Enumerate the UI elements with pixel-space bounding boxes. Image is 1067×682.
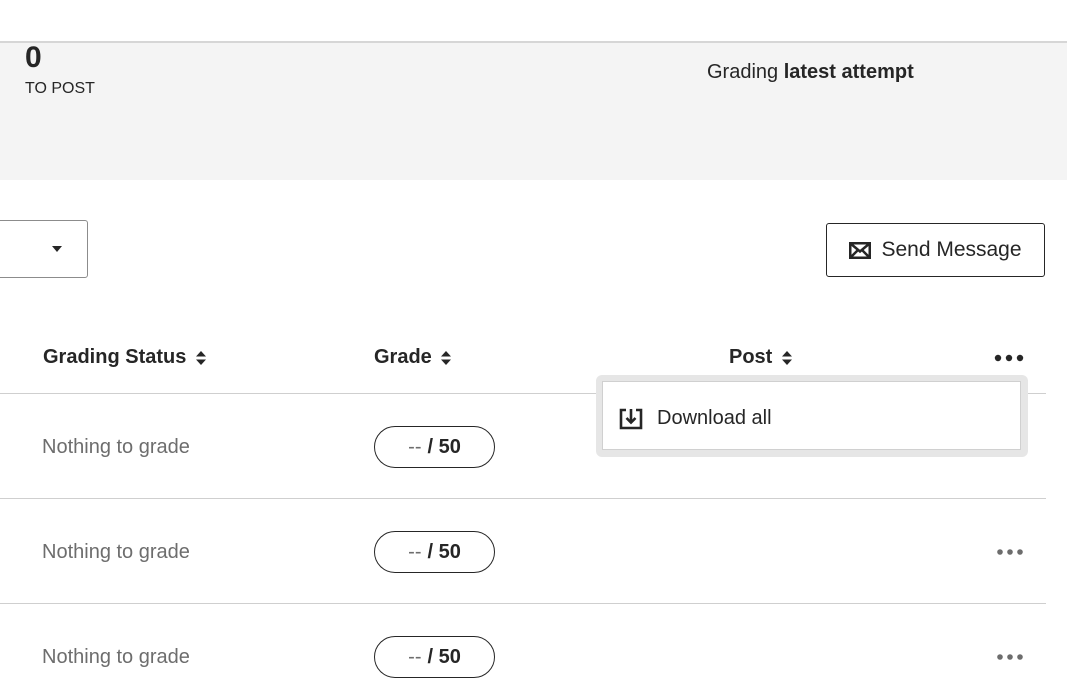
options-menu: Download all [596,375,1028,457]
envelope-icon [849,241,872,259]
sort-icon [195,350,206,365]
grading-status-cell: Nothing to grade [42,541,190,563]
grade-input[interactable]: -- / 50 [374,426,495,468]
header-grade-label: Grade [374,346,432,368]
header-grade[interactable]: Grade [374,345,452,369]
grade-total: / 50 [427,435,461,458]
to-post-count: 0 [25,41,42,74]
top-area [0,0,1067,41]
grade-total: / 50 [427,540,461,563]
grading-mode-value[interactable]: latest attempt [784,61,914,83]
header-grading-status-label: Grading Status [43,346,187,368]
download-all-menu-item[interactable]: Download all [603,382,1020,449]
more-options-icon[interactable] [992,349,1026,367]
download-all-label: Download all [657,407,772,429]
header-post[interactable]: Post [729,345,792,369]
grade-value: -- [408,540,422,563]
header-post-label: Post [729,346,773,368]
send-message-button[interactable]: Send Message [826,223,1045,277]
sort-icon [441,350,452,365]
grading-status-cell: Nothing to grade [42,646,190,668]
sort-icon [781,350,792,365]
grade-value: -- [408,645,422,668]
grade-value: -- [408,435,422,458]
more-options-icon[interactable] [995,545,1025,559]
grading-page: 0 TO POST Grading latest attempt Send Me… [0,0,1067,682]
grading-prefix: Grading [707,61,779,83]
row-divider [0,498,1046,499]
send-message-label: Send Message [881,238,1022,261]
row-divider [0,603,1046,604]
grade-total: / 50 [427,645,461,668]
download-icon [619,408,643,430]
filter-select[interactable] [0,220,88,278]
header-grading-status[interactable]: Grading Status [43,345,206,369]
to-post-label: TO POST [25,80,95,97]
grade-input[interactable]: -- / 50 [374,636,495,678]
grading-mode-text: Grading latest attempt [707,60,914,84]
grading-status-cell: Nothing to grade [42,436,190,458]
options-menu-panel: Download all [602,381,1021,450]
chevron-down-icon [52,246,62,252]
grade-input[interactable]: -- / 50 [374,531,495,573]
more-options-icon[interactable] [995,650,1025,664]
